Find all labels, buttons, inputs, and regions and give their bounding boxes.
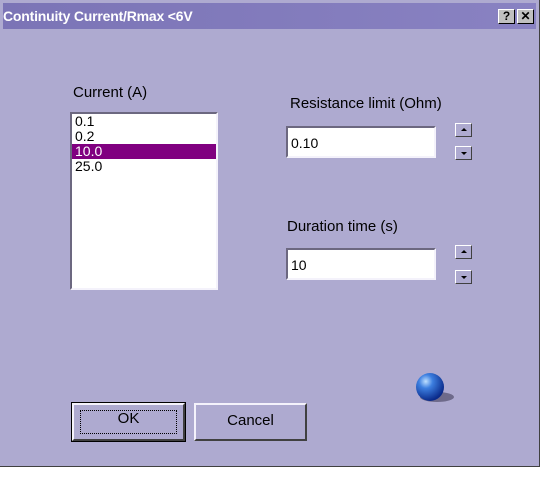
list-item[interactable]: 0.2 — [72, 129, 216, 144]
duration-spin-up[interactable] — [455, 245, 472, 259]
duration-label: Duration time (s) — [287, 218, 398, 235]
arrow-down-icon — [461, 152, 467, 155]
arrow-up-icon — [461, 250, 467, 253]
resistance-input[interactable]: 0.10 — [286, 126, 436, 158]
arrow-down-icon — [461, 276, 467, 279]
window-title: Continuity Current/Rmax <6V — [3, 8, 193, 24]
cancel-button-label: Cancel — [227, 412, 274, 429]
dialog-window: Continuity Current/Rmax <6V ? ✕ Current … — [0, 0, 540, 467]
list-item-selected[interactable]: 10.0 — [72, 144, 216, 159]
resistance-spin-down[interactable] — [455, 146, 472, 160]
list-item[interactable]: 0.1 — [72, 114, 216, 129]
arrow-up-icon — [461, 128, 467, 131]
current-listbox[interactable]: 0.1 0.2 10.0 25.0 — [70, 112, 218, 290]
cancel-button[interactable]: Cancel — [194, 403, 307, 441]
list-item[interactable]: 25.0 — [72, 159, 216, 174]
blue-sphere-icon — [416, 373, 454, 402]
title-bar[interactable]: Continuity Current/Rmax <6V ? ✕ — [3, 3, 536, 29]
help-button[interactable]: ? — [498, 9, 515, 24]
duration-spin-down[interactable] — [455, 270, 472, 284]
resistance-label: Resistance limit (Ohm) — [290, 95, 442, 112]
current-label: Current (A) — [73, 84, 148, 101]
ok-button-label: OK — [117, 410, 140, 427]
resistance-spin-up[interactable] — [455, 123, 472, 137]
ok-button[interactable]: OK — [71, 402, 186, 442]
duration-input[interactable]: 10 — [286, 248, 436, 280]
close-button[interactable]: ✕ — [517, 9, 534, 24]
